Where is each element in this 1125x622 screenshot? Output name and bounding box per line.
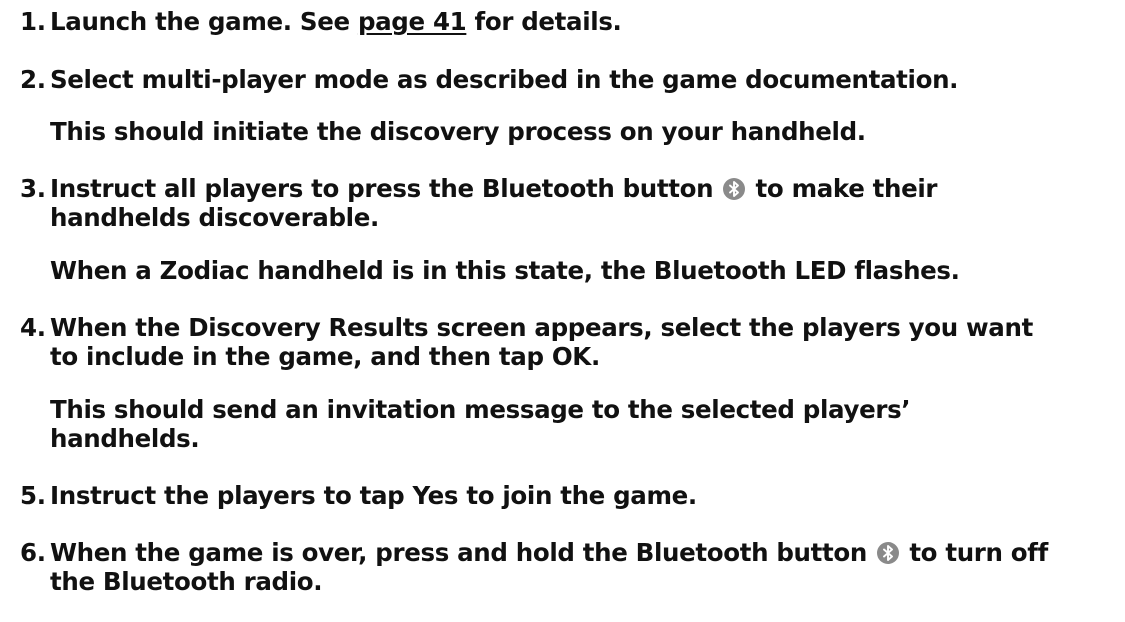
step-1-number: 1. [20, 7, 46, 36]
step-6-number: 6. [20, 538, 46, 567]
step-6-text-after: to turn off [909, 538, 1048, 567]
page-link[interactable]: page 41 [358, 7, 467, 36]
step-4-text-line-1: When the Discovery Results screen appear… [50, 313, 1033, 342]
bluetooth-icon [723, 178, 746, 200]
step-4-note-line-1: This should send an invitation message t… [50, 395, 911, 424]
step-2-number: 2. [20, 65, 46, 94]
step-1-text-after: for details. [466, 7, 622, 36]
bluetooth-icon [877, 542, 900, 564]
step-4-note-line-2: handhelds. [50, 424, 200, 453]
step-1-text-before: Launch the game. See [50, 7, 358, 36]
step-4-text-line-2: to include in the game, and then tap OK. [50, 342, 600, 371]
step-4-number: 4. [20, 313, 46, 342]
step-6-text-line-1: When the game is over, press and hold th… [50, 538, 1048, 568]
step-1-text: Launch the game. See page 41 for details… [50, 7, 622, 37]
step-3-text-after: to make their [755, 174, 938, 203]
step-6-text-line-2: the Bluetooth radio. [50, 567, 323, 596]
step-5-number: 5. [20, 481, 46, 510]
step-2-text: Select multi-player mode as described in… [50, 65, 959, 94]
step-3-number: 3. [20, 174, 46, 203]
step-3-text-line-2: handhelds discoverable. [50, 203, 379, 232]
step-2-note: This should initiate the discovery proce… [50, 117, 866, 146]
step-5-text: Instruct the players to tap Yes to join … [50, 481, 697, 510]
step-6-text-before: When the game is over, press and hold th… [50, 538, 867, 567]
step-3-text-line-1: Instruct all players to press the Blueto… [50, 174, 938, 204]
step-3-text-before: Instruct all players to press the Blueto… [50, 174, 714, 203]
instruction-steps: 1. Launch the game. See page 41 for deta… [0, 0, 1125, 622]
step-3-note: When a Zodiac handheld is in this state,… [50, 256, 960, 285]
